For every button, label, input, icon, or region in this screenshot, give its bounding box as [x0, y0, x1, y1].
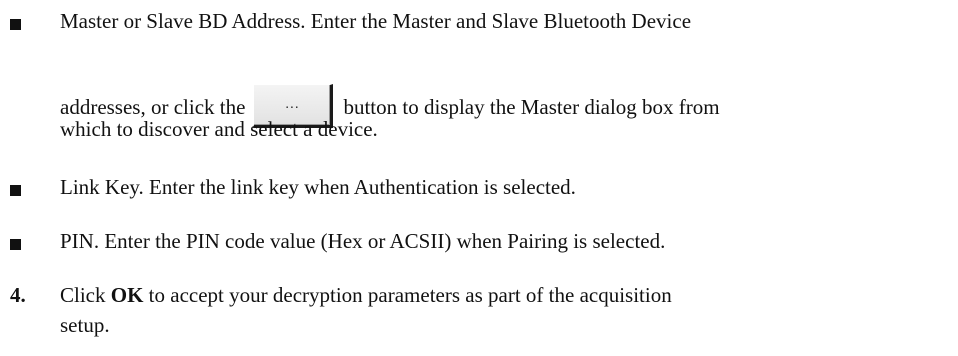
item-line: PIN. Enter the PIN code value (Hex or AC… — [60, 226, 665, 256]
item-text: which to discover and select a device. — [60, 117, 378, 141]
item-text: Master or Slave BD Address. Enter the Ma… — [60, 9, 692, 33]
item-line: which to discover and select a device. — [60, 114, 378, 144]
bullet-marker — [10, 185, 21, 196]
bullet-marker — [10, 239, 21, 250]
item-text: PIN. Enter the PIN code value (Hex or AC… — [60, 229, 666, 253]
item-text: to accept your decryption parameters as … — [148, 283, 672, 307]
ok-label: OK — [110, 283, 144, 307]
item-text: button to display the Master dialog box … — [343, 95, 720, 119]
bullet-marker — [10, 19, 21, 30]
item-text: Click — [60, 283, 106, 307]
item-text: setup. — [60, 313, 110, 337]
step-number: 4. — [10, 283, 26, 307]
item-line: Link Key. Enter the link key when Authen… — [60, 172, 576, 202]
item-line: Master or Slave BD Address. Enter the Ma… — [60, 6, 691, 36]
item-text: Link Key. Enter the link key when Authen… — [60, 175, 576, 199]
item-line: setup. — [60, 310, 110, 340]
item-line: Click OK to accept your decryption param… — [60, 280, 672, 310]
